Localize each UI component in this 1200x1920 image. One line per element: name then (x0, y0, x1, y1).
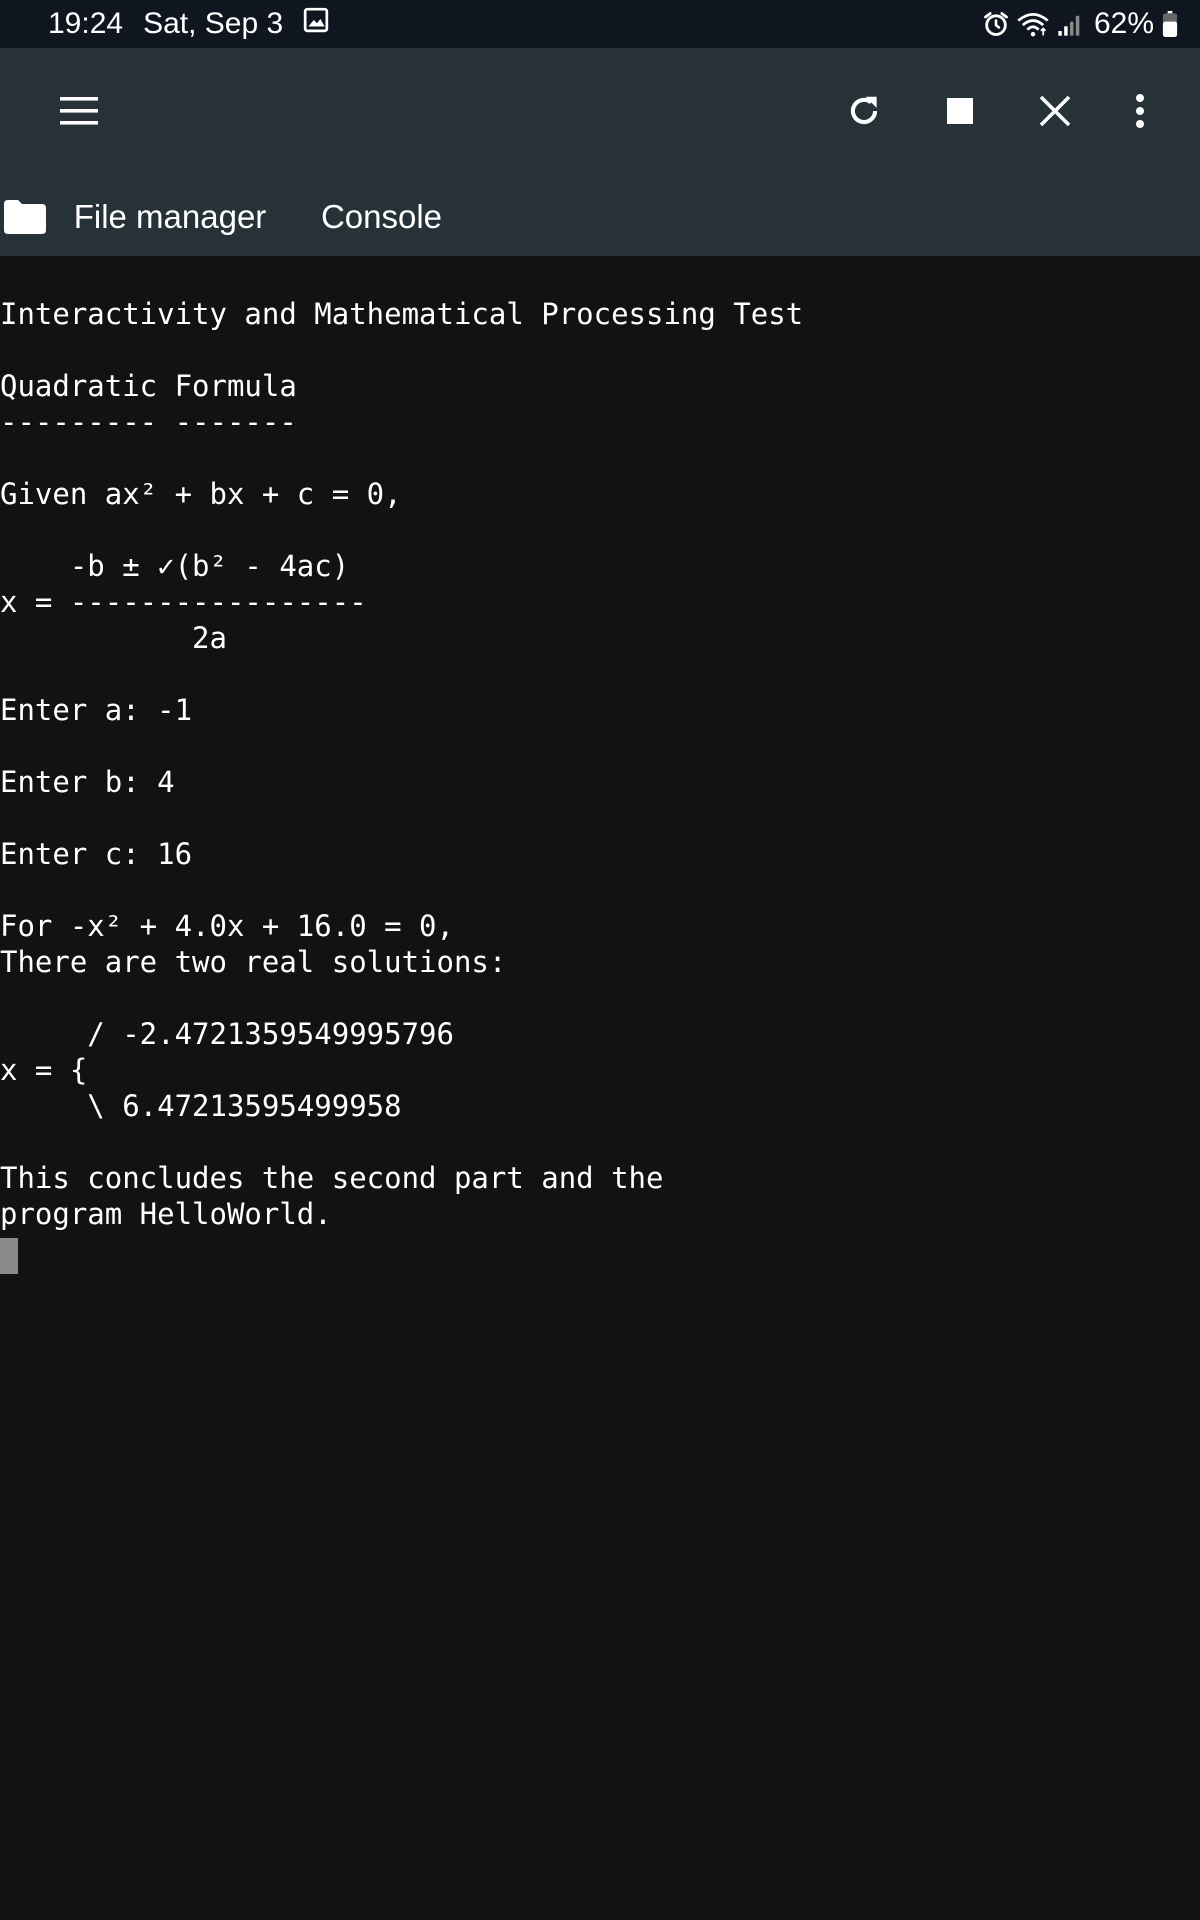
console-line: Interactivity and Mathematical Processin… (0, 297, 804, 331)
console-line: Enter a: -1 (0, 693, 193, 727)
folder-icon[interactable] (4, 200, 46, 239)
status-bar: 19:24 Sat, Sep 3 62% (0, 0, 1200, 48)
console-line: --------- ------- (0, 405, 297, 439)
console-line: Enter b: 4 (0, 765, 175, 799)
tab-console-label: Console (320, 198, 443, 235)
console-line: There are two real solutions: (0, 945, 507, 979)
console-line: Quadratic Formula (0, 369, 297, 403)
console-line: \ 6.47213595499958 (0, 1089, 402, 1123)
gallery-icon (303, 7, 329, 41)
menu-icon[interactable] (44, 75, 116, 147)
battery-icon (1162, 11, 1178, 37)
status-date: Sat, Sep 3 (143, 7, 284, 40)
console-line: x = { (0, 1053, 88, 1087)
console-line: This concludes the second part and the (0, 1161, 664, 1195)
alarm-icon (982, 10, 1010, 38)
status-left: 19:24 Sat, Sep 3 (48, 0, 329, 48)
text-cursor (0, 1238, 18, 1274)
tab-file-manager[interactable]: File manager (60, 178, 280, 256)
tab-file-manager-label: File manager (73, 198, 267, 235)
console-line: -b ± ✓(b² - 4ac) (0, 549, 350, 583)
console-line: For -x² + 4.0x + 16.0 = 0, (0, 909, 454, 943)
tab-console[interactable]: Console (293, 178, 470, 256)
app-bar: File manager Console (0, 48, 1200, 271)
status-time: 19:24 (48, 7, 124, 40)
console-output[interactable]: Interactivity and Mathematical Processin… (0, 256, 1200, 1920)
wifi-icon (1016, 10, 1050, 38)
console-line: program HelloWorld. (0, 1197, 332, 1231)
refresh-icon[interactable] (828, 75, 900, 147)
console-line: x = ----------------- (0, 585, 367, 619)
more-vert-icon[interactable] (1104, 75, 1176, 147)
close-icon[interactable] (1019, 75, 1091, 147)
console-line: Enter c: 16 (0, 837, 193, 871)
status-right: 62% (982, 0, 1178, 48)
signal-icon (1056, 10, 1084, 38)
tab-bar: File manager Console (0, 178, 1200, 271)
stop-icon[interactable] (924, 75, 996, 147)
console-line: Given ax² + bx + c = 0, (0, 477, 402, 511)
battery-percentage: 62% (1093, 7, 1154, 40)
console-line: / -2.4721359549995796 (0, 1017, 454, 1051)
console-line: 2a (0, 621, 227, 655)
